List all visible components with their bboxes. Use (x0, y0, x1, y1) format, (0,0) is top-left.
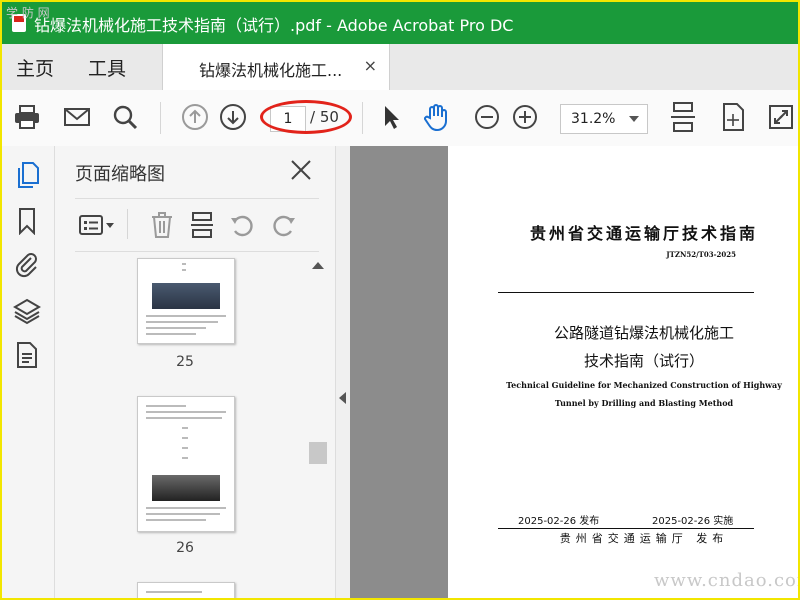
thumbnail-page-number: 25 (176, 354, 194, 370)
fit-height-icon (671, 102, 695, 132)
page-standard-code: JTZN52/T03-2025 (666, 250, 736, 259)
zoom-out-icon (475, 105, 499, 129)
page-english-title-line2: Tunnel by Drilling and Blasting Method (554, 398, 734, 408)
tab-tools[interactable]: 工具 (88, 54, 126, 81)
pdf-page: 贵州省交通运输厅技术指南 JTZN52/T03-2025 公路隧道钻爆法机械化施… (448, 146, 798, 598)
page-thumbnails-button[interactable] (12, 160, 42, 190)
thumbnail-panel: 页面缩略图 25 26 (55, 146, 335, 598)
document-properties-button[interactable] (12, 340, 42, 370)
toolbar-divider (160, 102, 161, 134)
trash-icon (152, 212, 172, 238)
page-title-line1: 公路隧道钻爆法机械化施工 (553, 324, 734, 342)
page-org-header: 贵州省交通运输厅技术指南 (529, 224, 758, 243)
layers-icon (13, 298, 41, 325)
hand-icon (424, 104, 447, 132)
page-rule (498, 528, 754, 529)
fit-page-button[interactable] (668, 102, 698, 132)
scroll-up-icon[interactable] (312, 262, 324, 269)
arrow-up-circle-icon (182, 104, 208, 130)
print-button[interactable] (12, 102, 42, 132)
email-button[interactable] (62, 102, 92, 132)
thumbnail-page-26[interactable] (137, 396, 235, 532)
next-page-button[interactable] (218, 102, 248, 132)
document-tab-label: 钻爆法机械化施工... (199, 61, 343, 80)
delete-pages-button[interactable] (147, 211, 177, 239)
attachments-button[interactable] (12, 250, 42, 280)
previous-page-button[interactable] (180, 102, 210, 132)
page-publish-date: 2025-02-26 发布 (518, 516, 600, 527)
zoom-in-button[interactable] (510, 102, 540, 132)
page-effective-date: 2025-02-26 实施 (652, 516, 734, 527)
insert-page-icon (191, 212, 213, 238)
site-watermark: www.cndao.com (654, 570, 800, 591)
thumbnail-scrollbar[interactable] (307, 262, 327, 598)
page-english-title-line1: Technical Guideline for Mechanized Const… (506, 380, 782, 390)
options-list-icon (79, 215, 114, 235)
tab-home[interactable]: 主页 (16, 54, 54, 81)
search-icon (113, 105, 138, 130)
close-panel-button[interactable] (289, 158, 313, 182)
document-view[interactable]: 贵州省交通运输厅技术指南 JTZN52/T03-2025 公路隧道钻爆法机械化施… (350, 146, 798, 598)
rotate-counterclockwise-button[interactable] (227, 211, 257, 239)
insert-page-button[interactable] (187, 211, 217, 239)
thumbnail-toolbar (75, 198, 319, 252)
annotation-oval (260, 100, 352, 134)
app-window: 学 防 网 钻爆法机械化施工技术指南（试行）.pdf - Adobe Acrob… (0, 0, 800, 600)
panel-splitter[interactable] (335, 146, 350, 598)
email-icon (64, 108, 90, 126)
tab-document[interactable]: 钻爆法机械化施工... × (162, 44, 390, 90)
document-properties-icon (17, 342, 37, 368)
arrow-down-circle-icon (220, 104, 246, 130)
select-tool-button[interactable] (376, 102, 406, 132)
rotate-right-icon (273, 215, 295, 237)
zoom-out-button[interactable] (472, 102, 502, 132)
hand-tool-button[interactable] (422, 102, 452, 132)
layers-button[interactable] (12, 296, 42, 326)
zoom-in-icon (513, 105, 537, 129)
toolbar-divider (362, 102, 363, 134)
print-icon (15, 105, 39, 129)
bookmark-icon (19, 208, 35, 235)
attachment-icon (15, 253, 37, 278)
options-menu-button[interactable] (77, 211, 117, 239)
window-title: 钻爆法机械化施工技术指南（试行）.pdf - Adobe Acrobat Pro… (34, 16, 514, 35)
title-bar: 学 防 网 钻爆法机械化施工技术指南（试行）.pdf - Adobe Acrob… (2, 2, 798, 44)
search-button[interactable] (110, 102, 140, 132)
close-tab-icon[interactable]: × (364, 56, 377, 75)
close-icon (291, 160, 311, 180)
thumbnail-list[interactable]: 25 26 (75, 254, 313, 598)
panel-divider (127, 209, 128, 239)
thumbnail-page-27[interactable] (137, 582, 235, 598)
page-move-icon (723, 103, 744, 131)
page-rule (498, 292, 754, 293)
expand-icon (769, 105, 793, 129)
thumbnail-page-number: 26 (176, 540, 194, 556)
scrollbar-thumb[interactable] (309, 442, 327, 464)
cursor-arrow-icon (385, 106, 399, 129)
full-screen-button[interactable] (766, 102, 796, 132)
panel-title: 页面缩略图 (75, 164, 165, 185)
bookmarks-button[interactable] (12, 206, 42, 236)
chevron-down-icon (629, 116, 639, 122)
main-toolbar: / 50 31.2% (2, 90, 798, 147)
page-issuer: 贵州省交通运输厅 发布 (559, 532, 729, 545)
rotate-view-button[interactable] (718, 102, 748, 132)
collapse-panel-icon[interactable] (339, 392, 346, 404)
thumbnail-page-25[interactable] (137, 258, 235, 344)
rotate-left-icon (231, 215, 253, 237)
zoom-value: 31.2% (571, 111, 616, 127)
tab-bar: 主页 工具 钻爆法机械化施工... × (2, 44, 798, 91)
page-title-line2: 技术指南（试行） (583, 352, 704, 370)
zoom-select[interactable]: 31.2% (560, 104, 648, 134)
rotate-clockwise-button[interactable] (269, 211, 299, 239)
pages-icon (18, 162, 39, 188)
navigation-rail (2, 146, 55, 598)
